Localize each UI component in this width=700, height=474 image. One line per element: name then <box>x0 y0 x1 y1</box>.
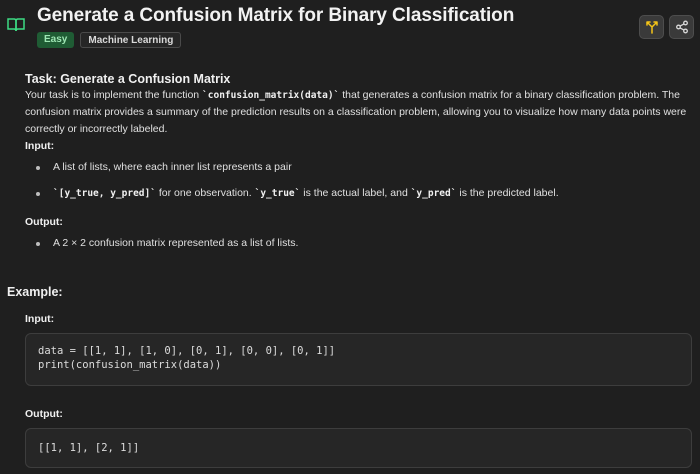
list-item-text: is the actual label, and <box>300 187 411 199</box>
example-output-code: [[1, 1], [2, 1]] <box>25 428 692 468</box>
output-list: A 2 × 2 confusion matrix represented as … <box>25 235 690 252</box>
list-item: A list of lists, where each inner list r… <box>36 159 690 176</box>
list-item-text: is the predicted label. <box>456 187 559 199</box>
category-badge: Machine Learning <box>80 32 182 48</box>
example-heading: Example: <box>7 285 63 299</box>
share-button[interactable] <box>669 15 694 39</box>
task-description: Task: Generate a Confusion Matrix Your t… <box>25 71 690 252</box>
inline-code: `y_pred` <box>410 188 457 199</box>
list-item-text: A 2 × 2 confusion matrix represented as … <box>53 237 299 249</box>
example-output-label: Output: <box>25 408 63 420</box>
inline-code: `y_true` <box>254 188 301 199</box>
input-heading: Input: <box>25 140 55 152</box>
list-item: `[y_true, y_pred]` for one observation. … <box>36 185 690 202</box>
page-title: Generate a Confusion Matrix for Binary C… <box>37 5 515 26</box>
difficulty-badge: Easy <box>37 32 75 48</box>
input-list: A list of lists, where each inner list r… <box>25 159 690 202</box>
split-icon <box>645 21 658 34</box>
list-item-text: for one observation. <box>155 187 255 199</box>
split-view-button[interactable] <box>639 15 664 39</box>
share-icon <box>675 20 688 34</box>
task-heading: Task: Generate a Confusion Matrix <box>25 72 231 86</box>
book-icon <box>7 18 25 32</box>
output-heading: Output: <box>25 216 63 228</box>
example-input-code: data = [[1, 1], [1, 0], [0, 1], [0, 0], … <box>25 333 692 386</box>
list-item: A 2 × 2 confusion matrix represented as … <box>36 235 690 252</box>
list-item-text: A list of lists, where each inner list r… <box>53 161 292 173</box>
task-text: Your task is to implement the function <box>25 89 203 101</box>
task-paragraph: Your task is to implement the function `… <box>25 87 690 138</box>
problem-header: Generate a Confusion Matrix for Binary C… <box>0 0 700 56</box>
inline-code: `[y_true, y_pred]` <box>53 188 156 199</box>
function-name-code: `confusion_matrix(data)` <box>202 90 340 101</box>
example-input-label: Input: <box>25 313 55 325</box>
badge-row: Easy Machine Learning <box>37 32 182 48</box>
